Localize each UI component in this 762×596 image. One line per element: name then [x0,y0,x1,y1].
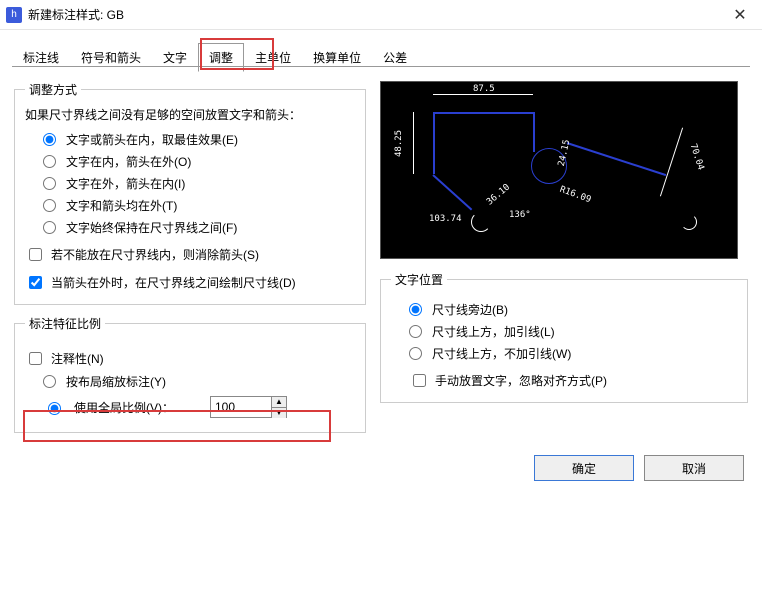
radio-above-no-leader-label: 尺寸线上方，不加引线(W) [432,345,571,362]
fieldset-textpos: 文字位置 尺寸线旁边(B) 尺寸线上方，加引线(L) 尺寸线上方，不加引线(W)… [380,271,748,403]
legend-textpos: 文字位置 [391,271,447,288]
titlebar: h 新建标注样式: GB ✕ [0,0,762,30]
tab-primaryunits[interactable]: 主单位 [244,43,302,72]
radio-above-with-leader-label: 尺寸线上方，加引线(L) [432,323,555,340]
pv-label-left: 48.25 [394,130,404,157]
spinner-down-icon[interactable]: ▼ [272,408,286,418]
radio-text-in-arrow-out-label: 文字在内，箭头在外(O) [66,153,191,170]
close-button[interactable]: ✕ [718,0,762,30]
radio-keep-between-label: 文字始终保持在尺寸界线之间(F) [66,219,237,236]
radio-both-out-label: 文字和箭头均在外(T) [66,197,177,214]
window-title: 新建标注样式: GB [28,6,718,23]
button-bar: 确定 取消 [534,455,744,481]
tab-dimline[interactable]: 标注线 [12,43,70,72]
chk-manual-placement-label: 手动放置文字，忽略对齐方式(P) [435,372,607,389]
pv-label-ang: 36.10 [485,182,512,207]
spinner-global-scale: ▲ ▼ [210,396,287,418]
pv-label-right: 70.04 [688,143,706,172]
radio-above-with-leader[interactable] [409,325,422,338]
chk-manual-placement[interactable] [413,374,426,387]
chk-draw-dimline-label: 当箭头在外时，在尺寸界线之间绘制尺寸线(D) [51,274,296,291]
radio-above-no-leader[interactable] [409,347,422,360]
ok-button[interactable]: 确定 [534,455,634,481]
pv-label-bot: 103.74 [429,214,462,224]
tabs: 标注线 符号和箭头 文字 调整 主单位 换算单位 公差 [0,30,762,71]
tab-text[interactable]: 文字 [152,43,198,72]
chk-annotative-label: 注释性(N) [51,350,104,367]
radio-best-fit-label: 文字或箭头在内，取最佳效果(E) [66,131,238,148]
radio-text-in-arrow-out[interactable] [43,155,56,168]
cancel-button[interactable]: 取消 [644,455,744,481]
fieldset-scale: 标注特征比例 注释性(N) 按布局缩放标注(Y) 使用全局比例(V)： ▲ ▼ [14,315,366,433]
chk-suppress-arrows[interactable] [29,248,42,261]
app-icon: h [6,7,22,23]
tab-altunits[interactable]: 换算单位 [302,43,372,72]
radio-layout-scale[interactable] [43,375,56,388]
radio-text-out-arrow-in[interactable] [43,177,56,190]
adjust-intro: 如果尺寸界线之间没有足够的空间放置文字和箭头： [25,106,355,123]
chk-suppress-arrows-label: 若不能放在尺寸界线内，则消除箭头(S) [51,246,259,263]
radio-best-fit[interactable] [43,133,56,146]
radio-global-scale[interactable] [48,402,61,415]
radio-global-scale-label: 使用全局比例(V)： [74,399,174,416]
pv-label-deg: 136° [509,210,531,220]
radio-beside-dimline-label: 尺寸线旁边(B) [432,301,508,318]
radio-text-out-arrow-in-label: 文字在外，箭头在内(I) [66,175,185,192]
preview-pane: 87.5 48.25 24.15 36.10 136° R16.09 103.7… [380,81,738,259]
radio-both-out[interactable] [43,199,56,212]
spinner-up-icon[interactable]: ▲ [272,397,286,408]
chk-draw-dimline[interactable] [29,276,42,289]
radio-beside-dimline[interactable] [409,303,422,316]
fieldset-adjust: 调整方式 如果尺寸界线之间没有足够的空间放置文字和箭头： 文字或箭头在内，取最佳… [14,81,366,305]
pv-label-r: 24.15 [557,139,572,168]
input-global-scale[interactable] [211,397,271,417]
radio-keep-between[interactable] [43,221,56,234]
close-icon: ✕ [733,5,746,25]
pv-label-rad: R16.09 [558,185,592,206]
pv-label-top: 87.5 [473,84,495,94]
chk-annotative[interactable] [29,352,42,365]
legend-scale: 标注特征比例 [25,315,105,332]
tab-adjust[interactable]: 调整 [198,43,244,72]
tab-symbols[interactable]: 符号和箭头 [70,43,152,72]
legend-adjust: 调整方式 [25,81,81,98]
tab-tolerance[interactable]: 公差 [372,43,418,72]
radio-layout-scale-label: 按布局缩放标注(Y) [66,373,166,390]
